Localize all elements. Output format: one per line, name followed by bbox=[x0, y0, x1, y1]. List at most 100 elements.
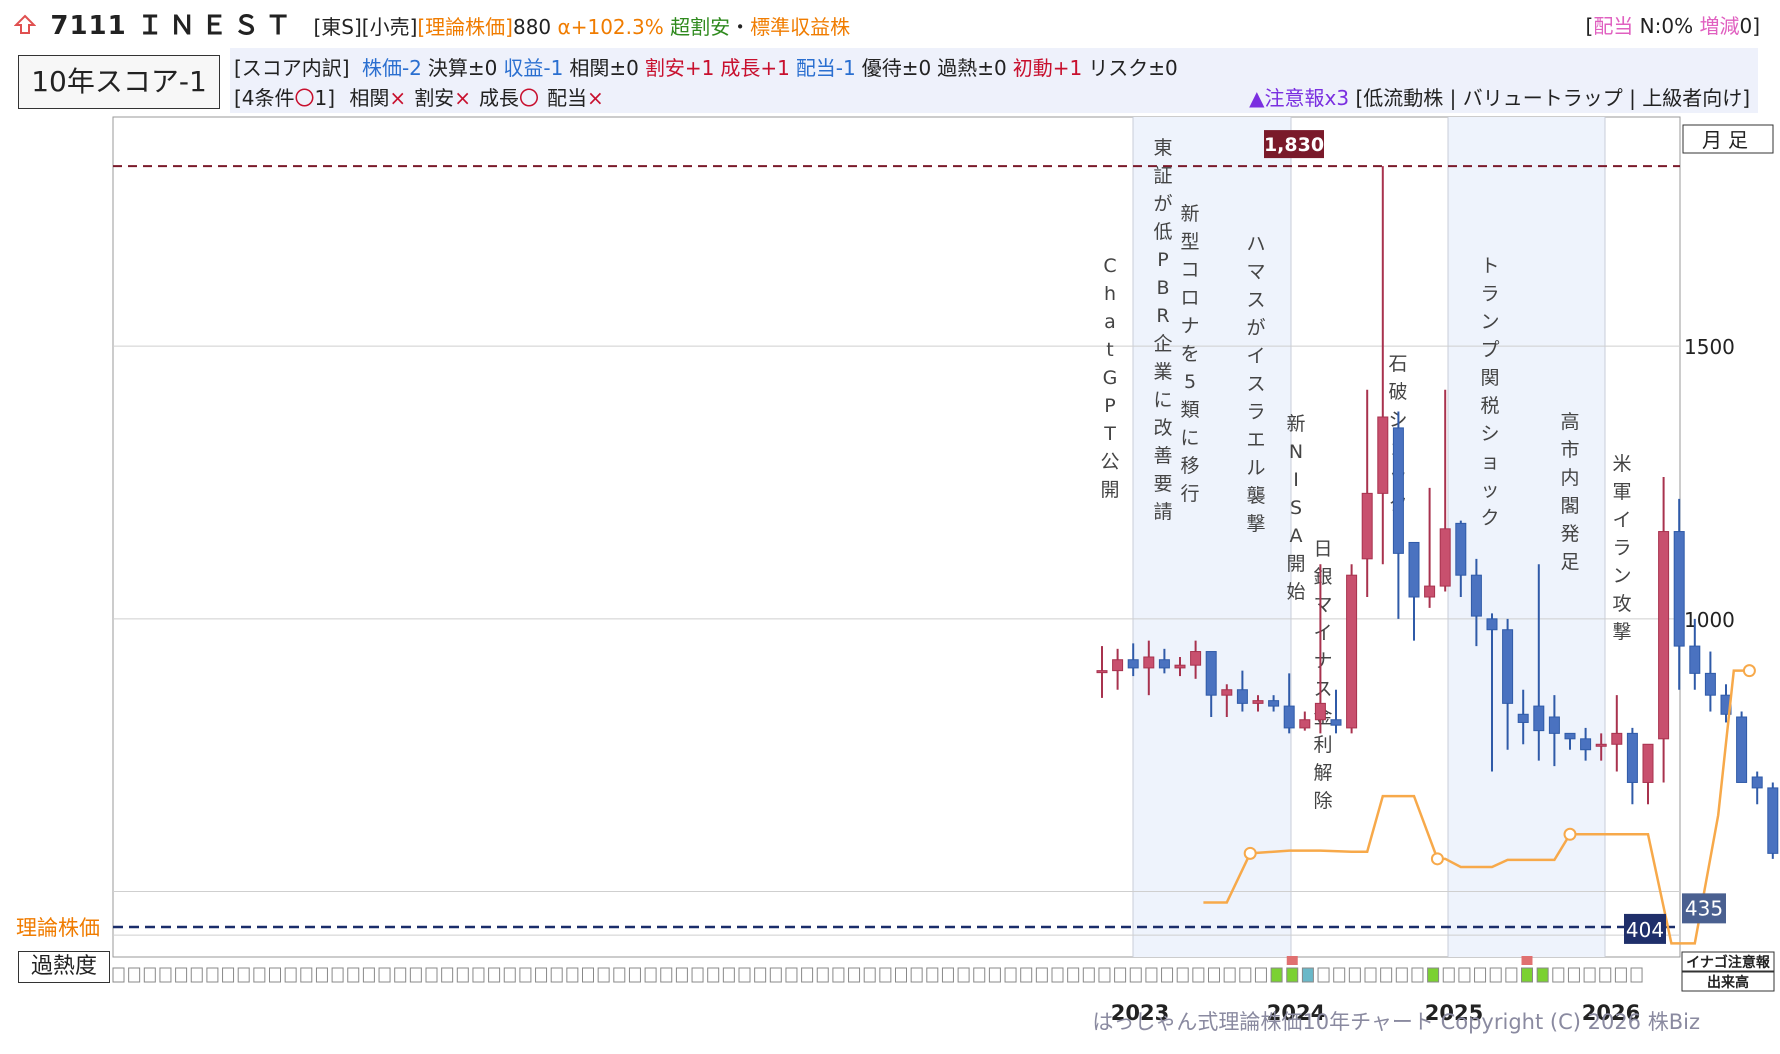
overheat-cell bbox=[1505, 967, 1518, 983]
theory-point bbox=[1430, 852, 1444, 866]
event-label-char: 足 bbox=[1560, 551, 1579, 573]
event-label-char: S bbox=[1290, 497, 1302, 519]
overheat-cell bbox=[848, 967, 861, 983]
event-label-char: ラ bbox=[1612, 537, 1631, 559]
event-label-char: 攻 bbox=[1612, 593, 1631, 615]
theory-price-axis-label: 理論株価 bbox=[16, 916, 100, 940]
event-label-char: 撃 bbox=[1612, 621, 1631, 643]
overheat-cell bbox=[1161, 967, 1174, 983]
overheat-cell bbox=[1176, 967, 1189, 983]
overheat-cell bbox=[660, 967, 673, 983]
inago-label: イナゴ注意報 bbox=[1686, 954, 1771, 971]
overheat-cell bbox=[707, 967, 720, 983]
overheat-label: 過熱度 bbox=[18, 951, 110, 983]
overheat-cell bbox=[1067, 967, 1080, 983]
min-price-label: 404 bbox=[1626, 918, 1664, 942]
event-label-char: ン bbox=[1612, 565, 1631, 587]
event-label-char: 税 bbox=[1480, 395, 1499, 417]
candle-body bbox=[1143, 656, 1155, 669]
overheat-cell bbox=[1129, 967, 1142, 983]
overheat-cell bbox=[1270, 967, 1283, 983]
inago-mark bbox=[1286, 956, 1298, 965]
event-label-char: 内 bbox=[1560, 467, 1579, 489]
overheat-cell bbox=[754, 967, 767, 983]
overheat-cell bbox=[1301, 967, 1314, 983]
overheat-cell bbox=[269, 967, 281, 983]
overheat-cell bbox=[1364, 967, 1377, 983]
candle-body bbox=[1533, 705, 1545, 732]
event-label-char: 行 bbox=[1180, 483, 1199, 505]
event-label-char: が bbox=[1153, 193, 1172, 215]
overheat-cell bbox=[347, 967, 360, 983]
event-label-char: マ bbox=[1246, 261, 1265, 283]
theory-point bbox=[1742, 664, 1756, 678]
overheat-cell bbox=[394, 967, 407, 983]
footer-copyright: はっしゃん式理論株価10年チャート Copyright (C) 2026 株Bi… bbox=[1092, 1010, 1700, 1034]
overheat-cell bbox=[1614, 967, 1627, 983]
event-label-char: 撃 bbox=[1246, 513, 1265, 535]
event-label-char: ナ bbox=[1313, 650, 1332, 672]
event-label-char: 日 bbox=[1313, 538, 1332, 560]
event-label-char: に bbox=[1153, 389, 1172, 411]
event-label-char: を bbox=[1180, 343, 1199, 365]
candle-body bbox=[1470, 574, 1482, 617]
candle-body bbox=[1626, 732, 1638, 783]
candle-body bbox=[1299, 719, 1311, 729]
event-label-char: ス bbox=[1246, 373, 1265, 395]
event-label-char: 除 bbox=[1313, 790, 1332, 812]
candle-body bbox=[1377, 416, 1389, 494]
overheat-cell bbox=[1583, 967, 1596, 983]
overheat-cell bbox=[738, 967, 751, 983]
overheat-cell bbox=[1286, 967, 1299, 983]
overheat-cell bbox=[879, 967, 892, 983]
overheat-cell bbox=[284, 967, 297, 983]
event-label-char: 市 bbox=[1560, 439, 1579, 461]
candle-body bbox=[1174, 664, 1186, 669]
overheat-cell bbox=[535, 967, 548, 983]
overheat-cell bbox=[143, 967, 156, 983]
overheat-cell bbox=[691, 967, 704, 983]
overheat-cell bbox=[300, 967, 313, 983]
overheat-cell bbox=[1082, 967, 1095, 983]
price-chart: 150010002023 2024 2025 20261,830理論株価ChatGPT… bbox=[16, 116, 1779, 1025]
event-label-char: ラ bbox=[1246, 401, 1265, 423]
overheat-cell bbox=[1521, 967, 1533, 983]
overheat-cell bbox=[1192, 967, 1205, 983]
overheat-cell bbox=[128, 967, 141, 983]
overheat-cell bbox=[1020, 967, 1033, 983]
event-label-char: h bbox=[1104, 283, 1116, 305]
overheat-cell bbox=[1630, 967, 1643, 983]
overheat-cell bbox=[1254, 967, 1267, 983]
overheat-cell bbox=[628, 967, 641, 983]
event-label-char: 証 bbox=[1153, 165, 1172, 187]
event-label-char: P bbox=[1157, 249, 1168, 271]
overheat-cell bbox=[1004, 967, 1017, 983]
overheat-cell bbox=[566, 967, 579, 983]
event-label-char: T bbox=[1103, 423, 1116, 445]
overheat-cell bbox=[1458, 967, 1471, 983]
candle-body bbox=[1408, 541, 1420, 598]
overheat-cell bbox=[378, 967, 391, 983]
event-label-char: 銀 bbox=[1313, 566, 1332, 588]
overheat-cell bbox=[863, 967, 876, 983]
overheat-cell bbox=[175, 967, 188, 983]
overheat-cell bbox=[1489, 967, 1502, 983]
event-label-char: C bbox=[1103, 255, 1116, 277]
volume-label: 出来高 bbox=[1707, 974, 1749, 991]
overheat-cell bbox=[785, 967, 798, 983]
overheat-cell bbox=[159, 967, 172, 983]
event-label-char: 類 bbox=[1180, 399, 1199, 421]
overheat-cell bbox=[1114, 967, 1127, 983]
overheat-cell bbox=[1051, 967, 1064, 983]
candle-body bbox=[1611, 732, 1623, 745]
overheat-cell bbox=[315, 967, 328, 983]
inago-mark bbox=[1521, 956, 1533, 965]
overheat-cell bbox=[1567, 967, 1580, 983]
candle-body bbox=[1205, 651, 1217, 696]
overheat-cell bbox=[1380, 967, 1393, 983]
candle-body bbox=[1112, 659, 1124, 672]
event-label-char: 請 bbox=[1153, 501, 1172, 523]
event-label-char: ッ bbox=[1480, 479, 1499, 501]
overheat-cell bbox=[488, 967, 501, 983]
overheat-cell bbox=[675, 967, 688, 983]
